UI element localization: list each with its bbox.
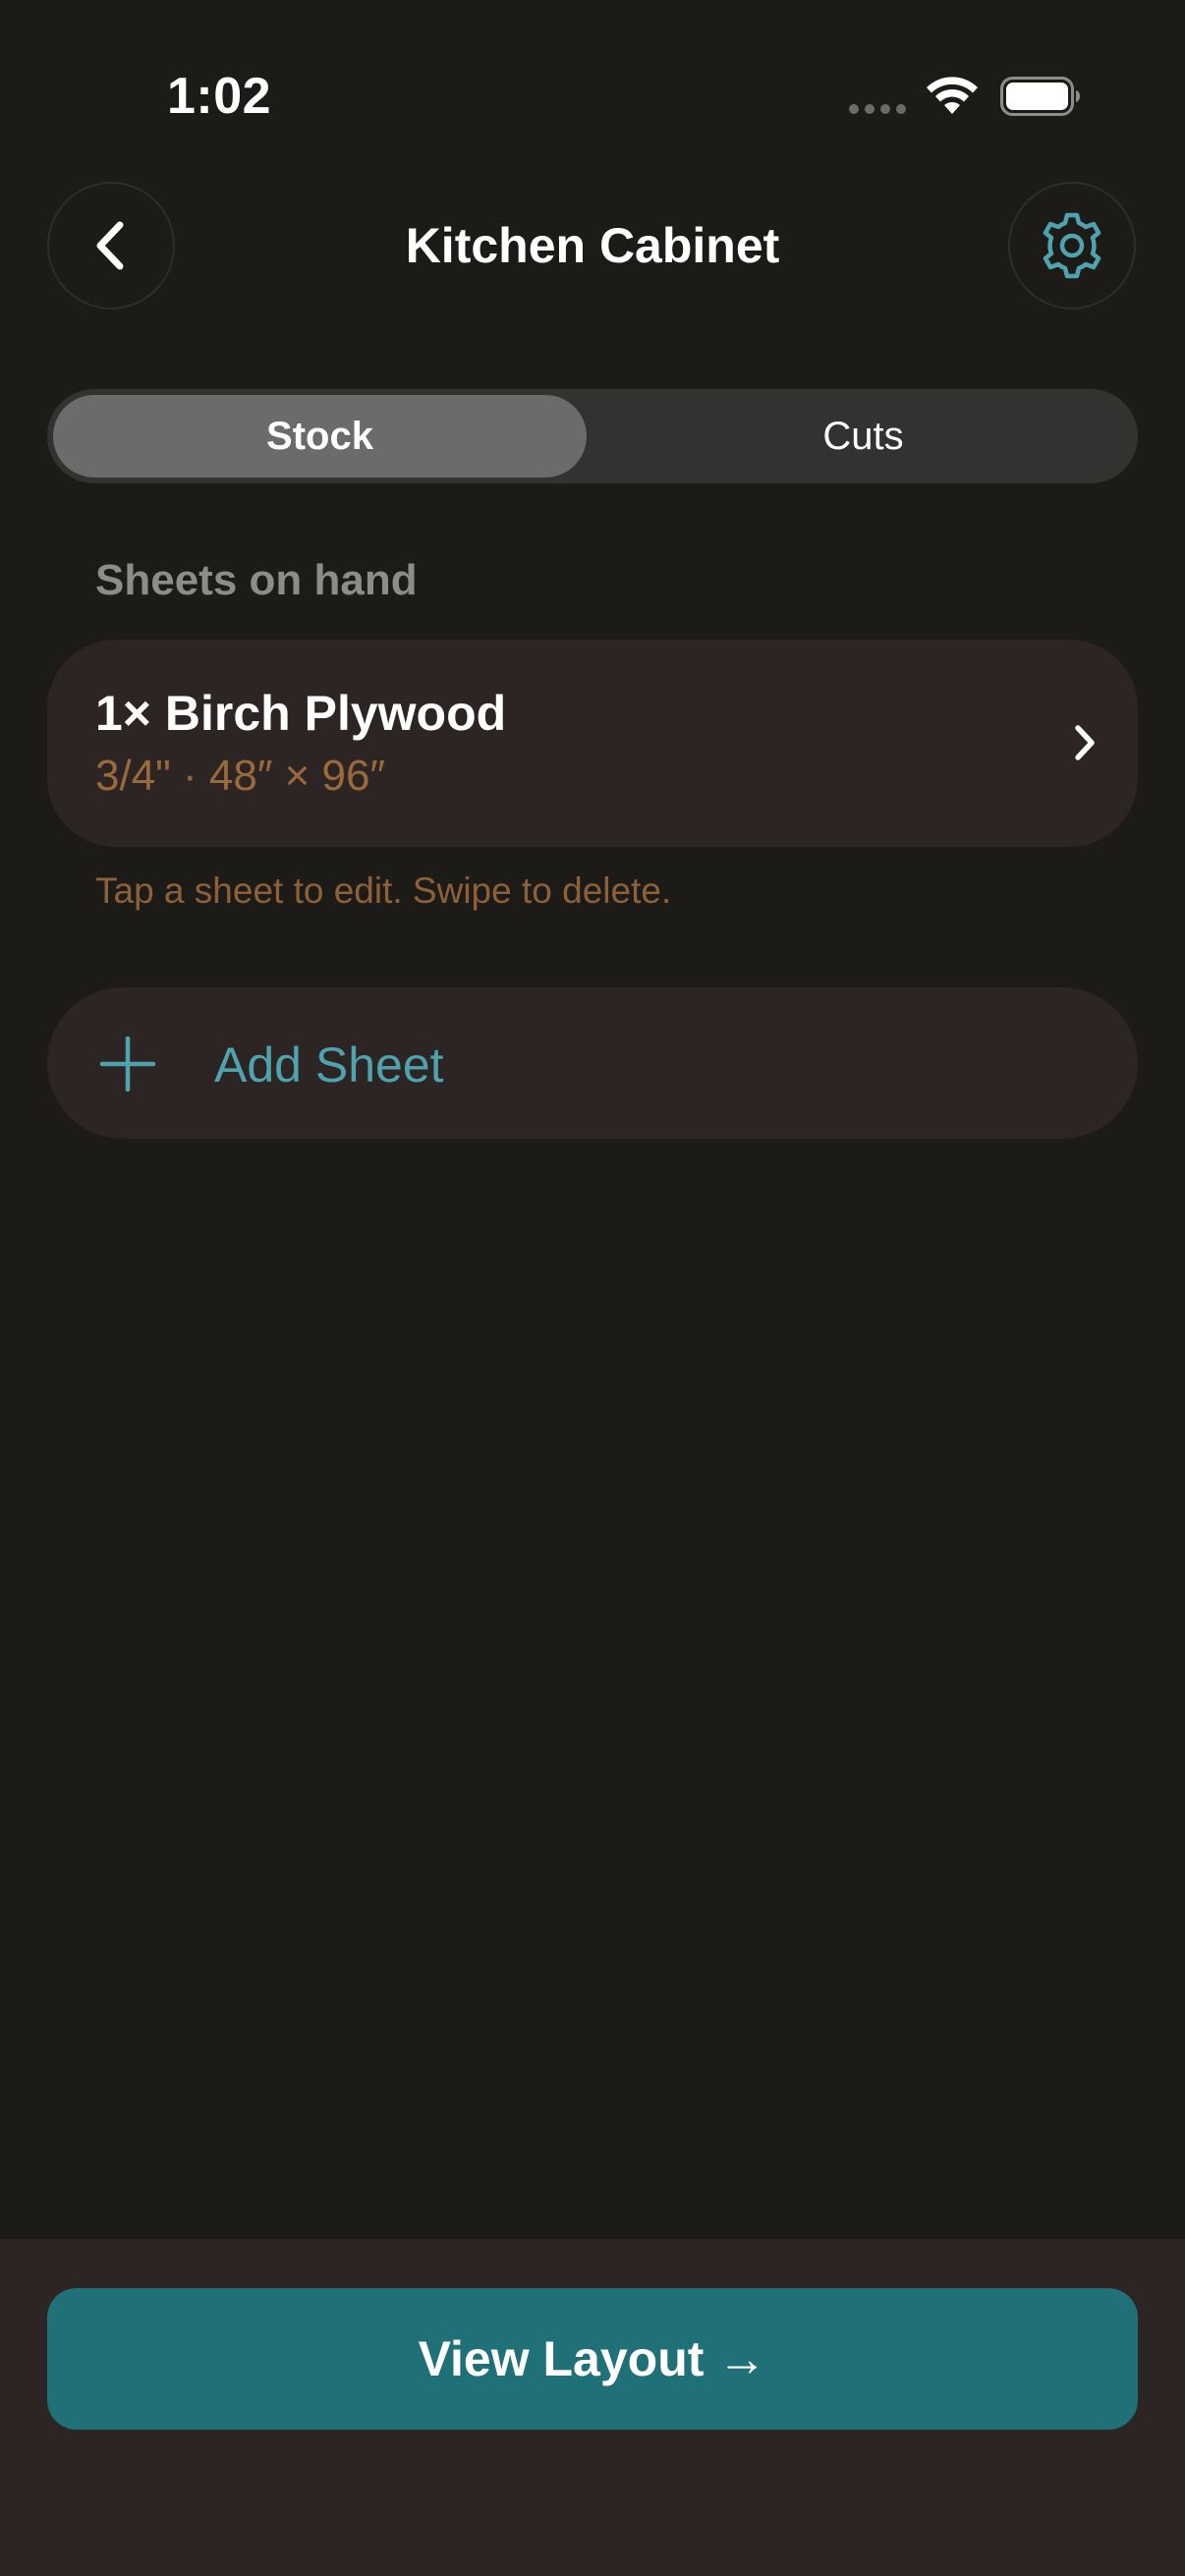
arrow-right-icon: → [717,2331,767,2386]
cellular-signal-icon [849,104,906,114]
add-sheet-button[interactable]: Add Sheet [47,987,1138,1139]
view-layout-label: View Layout [418,2331,705,2386]
sheet-row[interactable]: 1× Birch Plywood 3/4" · 48″ × 96″ [47,640,1138,847]
sheet-dimensions: 3/4" · 48″ × 96″ [95,752,386,800]
chevron-right-icon [1075,725,1095,760]
sheet-title: 1× Birch Plywood [95,686,507,741]
wifi-icon [927,77,978,114]
status-bar: 1:02 [0,0,1185,187]
battery-icon [1000,77,1080,116]
gear-icon [1043,212,1101,279]
view-layout-button[interactable]: View Layout → [47,2288,1138,2430]
status-time: 1:02 [167,68,272,125]
plus-icon [99,1036,156,1092]
add-sheet-label: Add Sheet [214,1037,444,1092]
bottom-bar: View Layout → [0,2239,1185,2576]
settings-button[interactable] [1008,182,1136,309]
hint-text: Tap a sheet to edit. Swipe to delete. [95,870,672,911]
segment-stock[interactable]: Stock [53,395,587,477]
nav-header: Kitchen Cabinet [0,182,1185,314]
section-label: Sheets on hand [95,556,418,604]
segment-cuts[interactable]: Cuts [594,395,1132,477]
segmented-control: Stock Cuts [47,389,1138,483]
